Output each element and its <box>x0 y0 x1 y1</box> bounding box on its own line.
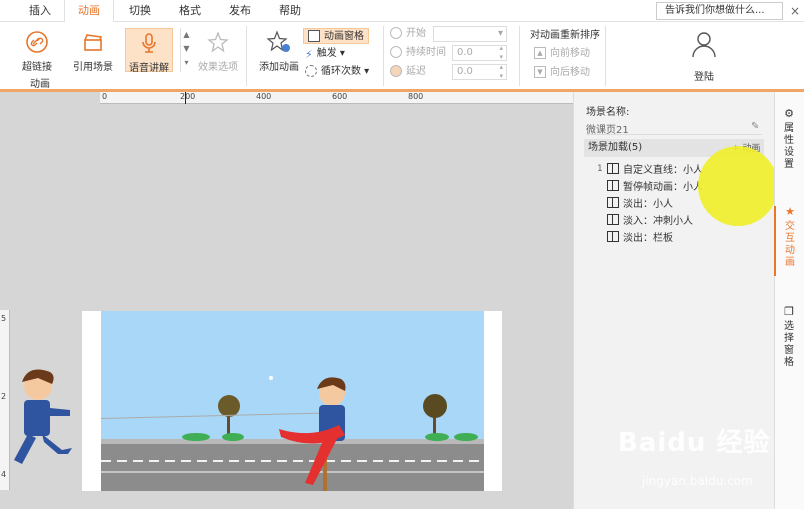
voice-narration-button[interactable]: 语音讲解 <box>125 28 173 74</box>
microphone-icon <box>137 31 161 58</box>
tab-insert[interactable]: 插入 <box>20 0 60 22</box>
ruler-mark: 600 <box>332 92 348 101</box>
runner-figure[interactable] <box>0 364 88 474</box>
tab-animation[interactable]: 动画 <box>64 0 114 23</box>
ribbon-tabbar: 插入 动画 切换 格式 发布 帮助 告诉我们你想做什么... × <box>0 0 804 23</box>
divider <box>246 26 247 86</box>
user-icon <box>691 30 717 61</box>
hyperlink-button[interactable]: 超链接 <box>14 28 60 73</box>
animation-icon <box>607 214 619 225</box>
scene-name-field[interactable]: 微课页21 <box>586 121 762 136</box>
anim-list-item[interactable]: 淡出：栏板 <box>607 231 673 245</box>
duration-field[interactable]: 0.0 ▴ ▾ <box>452 44 507 61</box>
anim-list-item[interactable]: 淡入：冲刺小人 <box>607 214 693 228</box>
move-up-button[interactable]: ▲ 向前移动 <box>534 46 590 62</box>
arrow-down-icon: ▼ <box>534 66 546 78</box>
divider <box>519 26 520 86</box>
tree-right <box>423 394 447 439</box>
anim-list-item[interactable]: 自定义直线：小人 <box>607 163 703 177</box>
anim-list-item[interactable]: 淡出：小人 <box>607 197 673 211</box>
effect-options-button[interactable]: 效果选项 <box>196 28 240 73</box>
loop-icon <box>305 65 317 77</box>
delay-field[interactable]: 0.0 ▴ ▾ <box>452 63 507 80</box>
link-icon <box>25 30 49 57</box>
ruler-mark: 400 <box>256 92 272 101</box>
start-select[interactable]: ▾ <box>433 26 507 42</box>
anim-list-item[interactable]: 暂停帧动画：小人 <box>607 180 703 194</box>
tab-publish[interactable]: 发布 <box>218 0 262 22</box>
tab-help[interactable]: 帮助 <box>268 0 312 22</box>
side-tab-interaction[interactable]: ★ 交互动画 <box>774 206 804 276</box>
edit-icon[interactable]: ✎ <box>751 121 759 132</box>
gear-icon: ⚙ <box>784 107 794 120</box>
reorder-label: 对动画重新排序 <box>530 30 600 41</box>
anim-index: 1 <box>597 164 603 174</box>
clapper-icon <box>81 30 105 57</box>
delay-label: 延迟 <box>390 64 426 80</box>
animation-pane-button[interactable]: 动画窗格 <box>303 28 369 44</box>
tree-left <box>218 395 240 439</box>
search-input[interactable]: 告诉我们你想做什么... <box>656 2 783 20</box>
arrow-up-icon: ▲ <box>534 47 546 59</box>
scene-name-label: 场景名称: <box>586 107 630 118</box>
play-icon <box>390 27 402 39</box>
close-icon[interactable]: × <box>788 2 802 20</box>
login-button[interactable]: 登陆 <box>684 28 724 83</box>
tab-transition[interactable]: 切换 <box>118 0 162 22</box>
divider <box>605 26 606 86</box>
ruler-mark: 800 <box>408 92 424 101</box>
duration-label: 持续时间 <box>390 45 446 61</box>
gallery-scroll[interactable]: ▲ ▼ ▾ <box>180 28 192 72</box>
side-tab-selection[interactable]: ❐ 选择窗格 <box>774 306 804 376</box>
ref-scene-button[interactable]: 引用场景 <box>70 28 116 73</box>
star-icon <box>206 30 230 57</box>
pane-icon <box>308 30 320 42</box>
ruler-cursor <box>185 92 186 104</box>
tab-format[interactable]: 格式 <box>168 0 212 22</box>
animation-icon <box>607 197 619 208</box>
divider <box>383 26 384 86</box>
trigger-button[interactable]: ⚡ 触发 ▾ <box>305 46 345 62</box>
delay-icon <box>390 65 402 77</box>
animation-icon <box>607 163 619 174</box>
layers-icon: ❐ <box>784 305 794 318</box>
add-animation-button[interactable]: 添加动画 <box>256 28 302 73</box>
watermark-url: jingyan.baidu.com <box>642 474 753 488</box>
watermark-logo: Baidu 经验 <box>618 428 771 458</box>
animation-icon <box>607 180 619 191</box>
ruler-mark: 0 <box>102 92 108 101</box>
start-label: 开始 <box>390 26 426 42</box>
side-tab-properties[interactable]: ⚙ 属性设置 <box>774 108 804 178</box>
loop-count-button[interactable]: 循环次数 ▾ <box>305 64 369 80</box>
animation-icon <box>607 231 619 242</box>
lightning-icon: ⚡ <box>305 48 313 61</box>
ruler-mark: 200 <box>180 92 196 101</box>
click-highlight <box>698 146 778 226</box>
star-icon: ★ <box>785 205 795 218</box>
move-down-button[interactable]: ▼ 向后移动 <box>534 65 590 81</box>
clock-icon <box>390 46 402 58</box>
scene-illustration[interactable] <box>101 311 484 491</box>
add-star-icon <box>266 30 292 57</box>
group-label-animation: 动画 <box>30 79 50 90</box>
vruler-mark: 5 <box>1 314 7 323</box>
